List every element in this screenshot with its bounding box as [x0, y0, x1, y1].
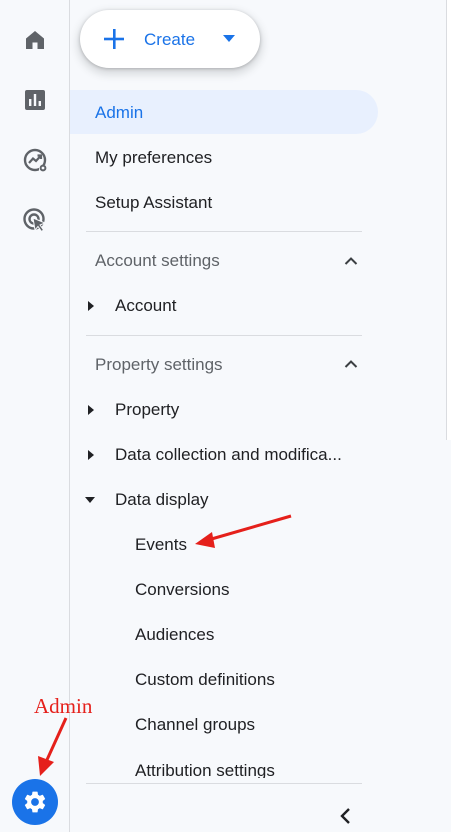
- admin-gear-button[interactable]: [12, 779, 58, 825]
- plus-icon: [104, 29, 124, 49]
- sub-item-channel-groups[interactable]: Channel groups: [135, 715, 255, 735]
- create-label: Create: [144, 30, 196, 49]
- content-panel-edge: [446, 0, 451, 440]
- sub-item-custom-definitions[interactable]: Custom definitions: [135, 670, 275, 690]
- annotation-admin-label: Admin: [34, 694, 93, 718]
- explore-icon[interactable]: [20, 145, 50, 175]
- sub-item-audiences[interactable]: Audiences: [135, 625, 214, 645]
- property-settings-heading[interactable]: Property settings: [95, 355, 223, 375]
- create-button[interactable]: Create: [80, 10, 260, 68]
- tree-item-property[interactable]: Property: [115, 400, 179, 420]
- nav-item-my-preferences[interactable]: My preferences: [95, 148, 212, 168]
- divider: [86, 783, 362, 784]
- nav-item-admin[interactable]: Admin: [95, 103, 143, 123]
- nav-item-setup-assistant[interactable]: Setup Assistant: [95, 193, 212, 213]
- chevron-left-icon[interactable]: [338, 806, 354, 826]
- divider: [86, 335, 362, 336]
- caret-right-icon[interactable]: [87, 450, 95, 460]
- sub-item-attribution-settings[interactable]: Attribution settings: [135, 760, 275, 778]
- tree-item-data-collection[interactable]: Data collection and modifica...: [115, 445, 342, 465]
- chevron-up-icon[interactable]: [344, 359, 358, 369]
- app-window: Create Admin My preferences Setup Assist…: [0, 0, 451, 832]
- tree-item-data-display[interactable]: Data display: [115, 490, 209, 510]
- home-icon[interactable]: [20, 25, 50, 55]
- gear-icon: [24, 791, 46, 813]
- account-settings-heading[interactable]: Account settings: [95, 251, 220, 271]
- annotation-arrowhead-events: [195, 532, 215, 548]
- tree-item-account[interactable]: Account: [115, 296, 176, 316]
- caret-down-icon[interactable]: [85, 496, 95, 504]
- chevron-up-icon[interactable]: [344, 256, 358, 266]
- caret-right-icon[interactable]: [87, 405, 95, 415]
- advertising-icon[interactable]: [20, 205, 50, 235]
- caret-down-icon: [223, 35, 235, 42]
- reports-icon[interactable]: [20, 85, 50, 115]
- divider: [86, 231, 362, 232]
- sub-item-conversions[interactable]: Conversions: [135, 580, 230, 600]
- annotation-arrow-events: [207, 514, 292, 542]
- sub-item-events[interactable]: Events: [135, 535, 187, 555]
- caret-right-icon[interactable]: [87, 301, 95, 311]
